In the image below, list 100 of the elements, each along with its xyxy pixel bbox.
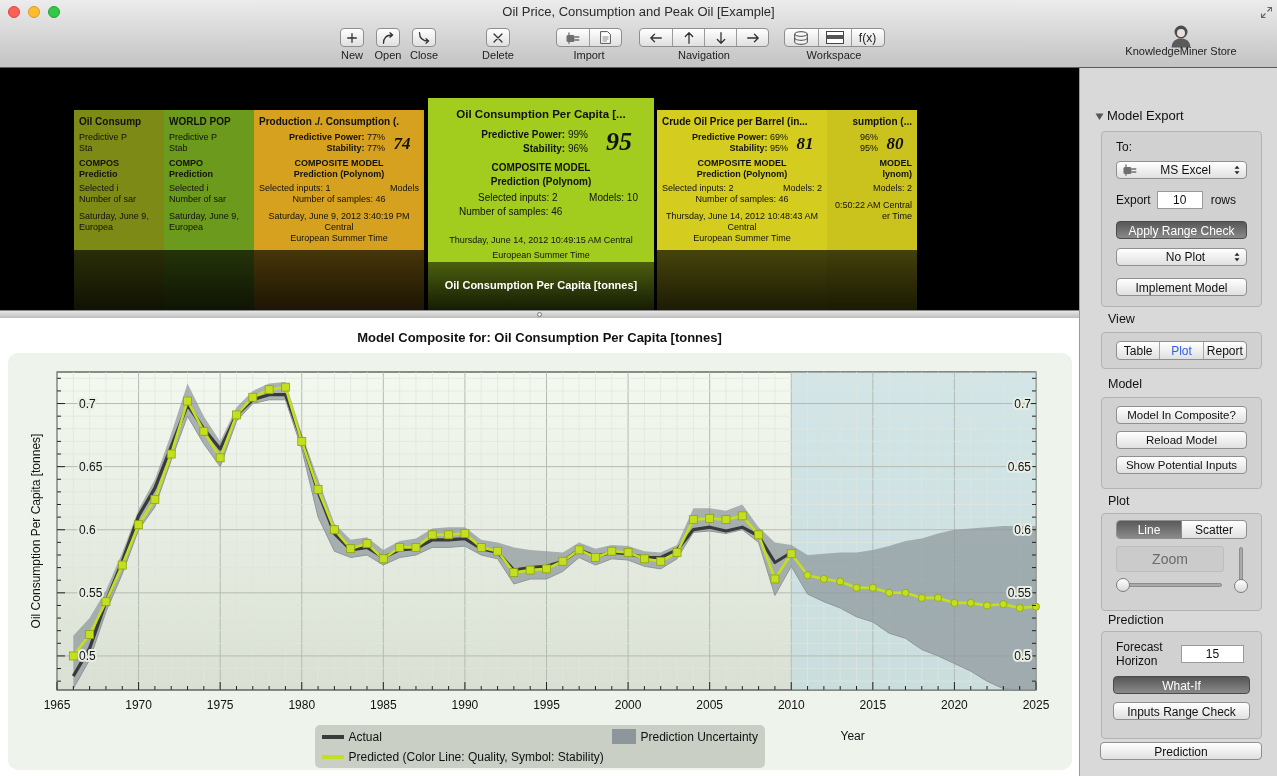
person-avatar-icon[interactable] bbox=[1170, 24, 1192, 48]
implement-model-button[interactable]: Implement Model bbox=[1116, 278, 1247, 296]
vertical-slider[interactable] bbox=[1234, 545, 1247, 593]
chart-title: Model Composite for: Oil Consumption Per Capita [tonnes] bbox=[357, 330, 722, 346]
model-action-button[interactable]: Model In Composite? bbox=[1116, 406, 1247, 424]
open-button[interactable] bbox=[376, 28, 400, 47]
card-model-type: MODEL bbox=[879, 158, 912, 169]
slider-thumb[interactable] bbox=[1116, 578, 1130, 592]
close-button[interactable] bbox=[412, 28, 436, 47]
card-stability: Stab bbox=[169, 143, 188, 154]
card-predictive-power: Predictive P bbox=[79, 132, 128, 143]
predicted-marker bbox=[84, 630, 94, 639]
axis-tick-label: 2010 bbox=[777, 698, 805, 712]
predicted-marker bbox=[264, 385, 273, 395]
view-tab[interactable]: Table bbox=[1117, 342, 1160, 359]
curved-arrow-icon bbox=[382, 31, 394, 44]
card-date: Thursday, June 14, 2012 10:48:43 AM Central European Summer Time bbox=[665, 211, 819, 244]
card-models: Models: 2 bbox=[872, 183, 912, 194]
axis-tick-label: 2005 bbox=[695, 698, 723, 712]
card-date: Thursday, June 14, 2012 10:49:15 AM Central European Summer Time bbox=[448, 234, 634, 262]
x-icon bbox=[493, 32, 503, 43]
axis-tick-label: 2020 bbox=[940, 698, 968, 712]
field-label: Export bbox=[1116, 192, 1151, 209]
forecast-horizon-input[interactable]: 15 bbox=[1181, 645, 1244, 663]
card-predictive-power: Predictive P bbox=[169, 132, 218, 143]
toolbar-item-label: Navigation bbox=[678, 49, 730, 62]
card-predictive-power: Predictive Power: 99% bbox=[481, 128, 588, 142]
card-model-type: COMPOSITE MODEL bbox=[697, 158, 787, 169]
workspace-segment-button[interactable]: f(x) bbox=[850, 29, 884, 46]
new-button[interactable] bbox=[340, 28, 364, 47]
legend-label: Predicted (Color Line: Quality, Symbol: Stability) bbox=[348, 748, 604, 765]
predicted-marker bbox=[949, 598, 958, 607]
predicted-marker bbox=[378, 554, 388, 564]
predicted-marker bbox=[803, 571, 812, 580]
model-action-button[interactable]: Reload Model bbox=[1116, 431, 1247, 449]
predicted-marker bbox=[966, 598, 975, 607]
card-title: Crude Oil Price per Barrel (in... bbox=[662, 116, 809, 128]
predicted-marker bbox=[884, 588, 893, 597]
card-stability: Sta bbox=[79, 143, 93, 154]
predicted-marker bbox=[460, 529, 469, 538]
predicted-marker bbox=[492, 546, 502, 556]
model-card[interactable] bbox=[254, 110, 424, 250]
card-title: sumption (... bbox=[851, 116, 912, 128]
axis-tick-label: 0.55 bbox=[1007, 585, 1031, 600]
predicted-marker bbox=[819, 574, 828, 583]
card-samples: Number of samples: 46 bbox=[458, 205, 564, 219]
drag-handle-icon[interactable] bbox=[537, 312, 542, 317]
predicted-marker bbox=[868, 583, 877, 592]
model-card[interactable] bbox=[657, 110, 827, 250]
zoom-slider[interactable] bbox=[1116, 578, 1224, 592]
plot-style-tab[interactable]: Line bbox=[1117, 521, 1181, 538]
model-card[interactable]: Oil Consump Predictive P Sta COMPOS Predictio Selected i Number of sar Saturday, June 9, Europea bbox=[74, 110, 164, 250]
view-tab[interactable]: Plot bbox=[1159, 342, 1203, 359]
card-method: Predictio bbox=[79, 169, 118, 180]
window-title: Oil Price, Consumption and Peak Oil [Example] bbox=[502, 3, 775, 22]
card-title: WORLD POP bbox=[169, 116, 232, 128]
delete-button[interactable] bbox=[486, 28, 510, 47]
predicted-marker bbox=[541, 564, 551, 574]
predicted-marker bbox=[590, 553, 600, 562]
card-samples: Number of sar bbox=[79, 194, 138, 205]
predicted-marker bbox=[900, 588, 909, 597]
window-icon bbox=[825, 31, 844, 44]
model-card[interactable] bbox=[428, 98, 654, 262]
what-if-button[interactable]: What-If bbox=[1113, 676, 1250, 694]
axis-tick-label: 1970 bbox=[124, 698, 152, 712]
model-action-button[interactable]: Show Potential Inputs bbox=[1116, 456, 1247, 474]
axis-tick-label: 0.55 bbox=[78, 585, 102, 600]
predicted-marker bbox=[345, 544, 355, 554]
predicted-marker bbox=[150, 495, 159, 504]
card-selected-inputs: Selected inputs: 2 bbox=[478, 191, 558, 205]
prediction-button[interactable]: Prediction bbox=[1100, 742, 1262, 760]
card-title: Oil Consumption Per Capita [... bbox=[455, 107, 627, 122]
model-card[interactable]: WORLD POP Predictive P Stab COMPO Prediction Selected i Number of sar Saturday, June 9, Europea bbox=[164, 110, 254, 250]
apply-range-check-button[interactable]: Apply Range Check bbox=[1116, 221, 1247, 239]
view-tab[interactable]: Report bbox=[1202, 342, 1246, 359]
card-score: 74 bbox=[392, 133, 412, 153]
card-caption: Oil Consumption Per Capita [tonnes] bbox=[444, 277, 638, 293]
predicted-marker bbox=[133, 520, 143, 530]
section-label: Prediction bbox=[1108, 613, 1164, 627]
inputs-range-check-button[interactable]: Inputs Range Check bbox=[1113, 702, 1250, 720]
plot-option-dropdown[interactable]: No Plot bbox=[1116, 248, 1247, 266]
predicted-marker bbox=[852, 583, 860, 592]
predicted-marker bbox=[362, 539, 371, 548]
export-target-dropdown[interactable]: MS Excel bbox=[1116, 161, 1247, 179]
predicted-marker bbox=[786, 549, 796, 559]
axis-tick-label: 1985 bbox=[369, 698, 397, 712]
predicted-marker bbox=[215, 453, 225, 463]
predicted-marker bbox=[1015, 604, 1024, 612]
plot-style-tab[interactable]: Scatter bbox=[1181, 521, 1246, 538]
fullscreen-icon[interactable] bbox=[1261, 6, 1272, 18]
rows-input[interactable]: 10 bbox=[1156, 191, 1203, 209]
window-close-button[interactable] bbox=[8, 6, 20, 18]
card-model-type: COMPOSITE MODEL bbox=[491, 161, 591, 175]
section-label: Model bbox=[1108, 377, 1143, 391]
disclosure-triangle-icon[interactable] bbox=[1095, 111, 1104, 121]
axis-tick-label: 1990 bbox=[451, 698, 478, 712]
card-models: Models bbox=[390, 183, 419, 194]
predicted-marker bbox=[329, 525, 339, 535]
card-date: Saturday, June 9, Europea bbox=[79, 211, 150, 233]
slider-thumb[interactable] bbox=[1234, 579, 1248, 593]
